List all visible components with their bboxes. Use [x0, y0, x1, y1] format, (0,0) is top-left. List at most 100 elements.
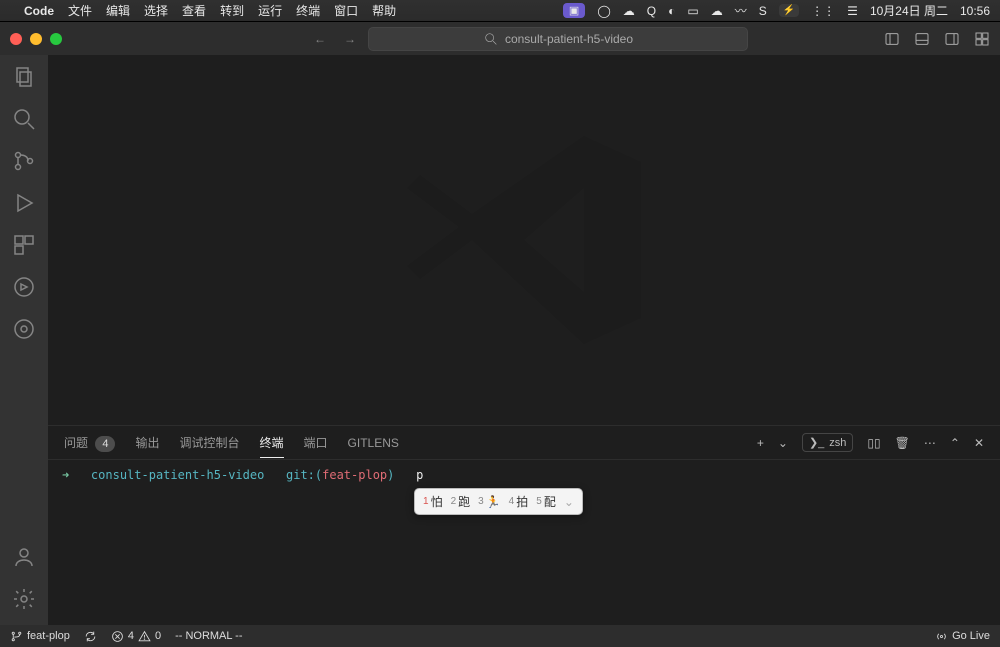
- menu-edit[interactable]: 编辑: [106, 2, 130, 19]
- vscode-logo-icon: [394, 110, 654, 370]
- tab-debug-console[interactable]: 调试控制台: [180, 428, 240, 457]
- tab-problems[interactable]: 问题 4: [64, 428, 115, 458]
- status-video-icon[interactable]: ▭: [687, 4, 698, 18]
- ime-candidate[interactable]: 4拍: [509, 493, 529, 510]
- menu-goto[interactable]: 转到: [220, 2, 244, 19]
- prompt-directory: consult-patient-h5-video: [91, 468, 264, 482]
- live-share-icon[interactable]: [12, 275, 36, 299]
- tab-terminal[interactable]: 终端: [260, 428, 284, 457]
- status-wave-icon[interactable]: 〰: [735, 2, 747, 19]
- activity-bar: [0, 55, 48, 625]
- status-sync[interactable]: [84, 630, 97, 643]
- tab-problems-label: 问题: [64, 436, 88, 450]
- ime-candidate[interactable]: 3🏃: [478, 495, 501, 509]
- tab-gitlens[interactable]: GITLENS: [348, 430, 399, 456]
- screen-record-icon[interactable]: ▣: [563, 3, 585, 18]
- warning-icon: [138, 630, 151, 643]
- tab-ports[interactable]: 端口: [304, 428, 328, 457]
- window-close-icon[interactable]: [10, 33, 22, 45]
- broadcast-icon: [935, 630, 948, 643]
- panel-more-icon[interactable]: ⋯: [924, 436, 936, 450]
- menu-help[interactable]: 帮助: [372, 2, 396, 19]
- problems-count-badge: 4: [95, 436, 115, 452]
- terminal-line: ➜ consult-patient-h5-video git:(feat-plo…: [62, 468, 986, 482]
- status-error-count: 4: [128, 630, 134, 642]
- prompt-git-suffix: ): [387, 468, 394, 482]
- statusbar: feat-plop 4 0 -- NORMAL -- Go Live: [0, 625, 1000, 647]
- terminal-command: p: [416, 468, 423, 482]
- tab-output[interactable]: 输出: [135, 428, 159, 457]
- panel-tabs: 问题 4 输出 调试控制台 终端 端口 GITLENS + ⌄ ❯_ zsh ▯…: [48, 426, 1000, 460]
- terminal-shell-icon: ❯_: [809, 436, 824, 449]
- window-controls: [10, 33, 62, 45]
- bottom-panel: 问题 4 输出 调试控制台 终端 端口 GITLENS + ⌄ ❯_ zsh ▯…: [48, 425, 1000, 625]
- prompt-branch: feat-plop: [322, 468, 387, 482]
- status-wechat-icon[interactable]: ☁: [623, 4, 635, 18]
- extensions-icon[interactable]: [12, 233, 36, 257]
- menu-file[interactable]: 文件: [68, 2, 92, 19]
- nav-back-icon[interactable]: ←: [314, 32, 326, 46]
- status-cloud-icon[interactable]: ☁: [711, 4, 723, 18]
- ime-candidate[interactable]: 2跑: [451, 493, 471, 510]
- ime-candidate[interactable]: 1怕: [423, 493, 443, 510]
- split-terminal-icon[interactable]: ▯▯: [867, 436, 880, 450]
- status-vim-mode: -- NORMAL --: [175, 630, 242, 642]
- remote-explorer-icon[interactable]: [12, 317, 36, 341]
- menu-view[interactable]: 查看: [182, 2, 206, 19]
- status-circle-icon[interactable]: ◯: [597, 4, 610, 18]
- terminal-body[interactable]: ➜ consult-patient-h5-video git:(feat-plo…: [48, 460, 1000, 625]
- command-center-text: consult-patient-h5-video: [505, 32, 633, 46]
- window-fullscreen-icon[interactable]: [50, 33, 62, 45]
- kill-terminal-icon[interactable]: 🗑: [895, 436, 910, 450]
- settings-gear-icon[interactable]: [12, 587, 36, 611]
- customize-layout-icon[interactable]: [974, 31, 990, 47]
- branch-icon: [10, 630, 23, 643]
- macos-menubar: Code 文件 编辑 选择 查看 转到 运行 终端 窗口 帮助 ▣ ◯ ☁ Q …: [0, 0, 1000, 22]
- panel-maximize-icon[interactable]: ⌃: [950, 436, 960, 450]
- search-icon: [483, 31, 499, 47]
- ime-candidate[interactable]: 5配: [536, 493, 556, 510]
- nav-forward-icon[interactable]: →: [344, 32, 356, 46]
- menu-terminal[interactable]: 终端: [296, 2, 320, 19]
- menu-run[interactable]: 运行: [258, 2, 282, 19]
- titlebar: ← → consult-patient-h5-video: [0, 22, 1000, 55]
- explorer-icon[interactable]: [12, 65, 36, 89]
- new-terminal-icon[interactable]: +: [757, 436, 764, 450]
- source-control-icon[interactable]: [12, 149, 36, 173]
- menu-window[interactable]: 窗口: [334, 2, 358, 19]
- status-globe-icon[interactable]: ◐: [668, 4, 675, 18]
- terminal-shell-pill[interactable]: ❯_ zsh: [802, 433, 853, 452]
- terminal-dropdown-icon[interactable]: ⌄: [778, 436, 788, 450]
- command-center[interactable]: consult-patient-h5-video: [368, 27, 748, 51]
- status-problems[interactable]: 4 0: [111, 630, 161, 643]
- ime-candidate-bar[interactable]: 1怕 2跑 3🏃 4拍 5配 ⌄: [414, 488, 583, 515]
- error-icon: [111, 630, 124, 643]
- prompt-arrow: ➜: [62, 468, 69, 482]
- panel-close-icon[interactable]: ✕: [974, 436, 984, 450]
- menu-select[interactable]: 选择: [144, 2, 168, 19]
- terminal-shell-name: zsh: [829, 437, 846, 449]
- status-wifi-icon[interactable]: ⋮⋮: [811, 4, 835, 18]
- status-branch[interactable]: feat-plop: [10, 630, 70, 643]
- menubar-time[interactable]: 10:56: [960, 4, 990, 18]
- app-name[interactable]: Code: [24, 4, 54, 18]
- status-warning-count: 0: [155, 630, 161, 642]
- status-s-icon[interactable]: S: [759, 4, 767, 18]
- layout-sidebar-left-icon[interactable]: [884, 31, 900, 47]
- status-q-icon[interactable]: Q: [647, 4, 656, 18]
- sync-icon: [84, 630, 97, 643]
- ime-more-icon[interactable]: ⌄: [564, 495, 574, 509]
- status-go-live[interactable]: Go Live: [935, 630, 990, 643]
- layout-sidebar-right-icon[interactable]: [944, 31, 960, 47]
- status-battery-icon[interactable]: ⚡: [779, 4, 799, 17]
- status-control-icon[interactable]: ☰: [847, 4, 858, 18]
- layout-panel-bottom-icon[interactable]: [914, 31, 930, 47]
- editor-area: 问题 4 输出 调试控制台 终端 端口 GITLENS + ⌄ ❯_ zsh ▯…: [48, 55, 1000, 625]
- search-icon[interactable]: [12, 107, 36, 131]
- menubar-date[interactable]: 10月24日 周二: [870, 2, 948, 19]
- accounts-icon[interactable]: [12, 545, 36, 569]
- run-debug-icon[interactable]: [12, 191, 36, 215]
- status-go-live-label: Go Live: [952, 630, 990, 642]
- prompt-git-prefix: git:(: [286, 468, 322, 482]
- window-minimize-icon[interactable]: [30, 33, 42, 45]
